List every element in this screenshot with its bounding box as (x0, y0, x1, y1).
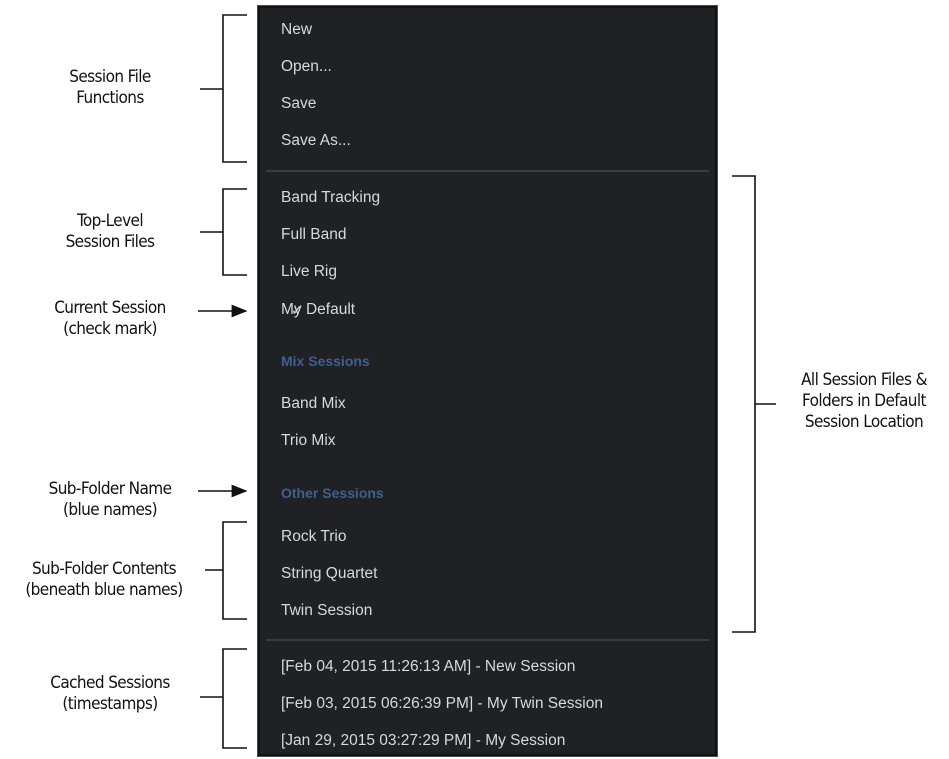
label-sub-folder-contents: Sub-Folder Contents (beneath blue names) (25, 559, 183, 600)
check-mark-icon: ✓ (291, 302, 303, 318)
folder-name-mix-sessions: Mix Sessions (281, 353, 370, 369)
label-all-session-files: All Session Files & Folders in Default S… (801, 370, 927, 432)
menu-item-save-as[interactable]: Save As... (281, 127, 709, 155)
label-session-file-functions: Session File Functions (69, 67, 151, 108)
label-sub-folder-name: Sub-Folder Name (blue names) (48, 479, 172, 520)
menu-item-current-session[interactable]: ✓ My Default (281, 296, 709, 324)
menu-item-open[interactable]: Open... (281, 53, 709, 81)
bracket-top-level (222, 188, 247, 276)
label-cached-sessions: Cached Sessions (timestamps) (50, 673, 170, 714)
menu-item-session[interactable]: Full Band (281, 221, 709, 249)
menu-separator (266, 639, 709, 641)
session-menu: New Open... Save Save As... Band Trackin… (257, 5, 718, 757)
label-top-level-session-files: Top-Level Session Files (65, 211, 155, 252)
menu-item-session[interactable]: String Quartet (281, 560, 709, 588)
menu-item-cached-session[interactable]: [Jan 29, 2015 03:27:29 PM] - My Session (281, 727, 709, 755)
bracket-file-functions (222, 14, 247, 163)
menu-item-session[interactable]: Rock Trio (281, 523, 709, 551)
bracket-sub-folder-contents (222, 521, 247, 620)
menu-item-session[interactable]: Band Mix (281, 390, 709, 418)
menu-item-session[interactable]: Twin Session (281, 597, 709, 625)
menu-item-session[interactable]: Band Tracking (281, 184, 709, 212)
menu-item-save[interactable]: Save (281, 90, 709, 118)
bracket-cached-sessions (222, 648, 247, 749)
menu-item-cached-session[interactable]: [Feb 03, 2015 06:26:39 PM] - My Twin Ses… (281, 690, 709, 718)
menu-separator (266, 170, 709, 172)
label-current-session: Current Session (check mark) (54, 298, 166, 339)
menu-item-session[interactable]: Trio Mix (281, 427, 709, 455)
menu-item-session[interactable]: Live Rig (281, 258, 709, 286)
bracket-all-session-files (732, 175, 756, 633)
menu-item-new[interactable]: New (281, 16, 709, 44)
folder-name-other-sessions: Other Sessions (281, 485, 384, 501)
menu-item-cached-session[interactable]: [Feb 04, 2015 11:26:13 AM] - New Session (281, 653, 709, 681)
